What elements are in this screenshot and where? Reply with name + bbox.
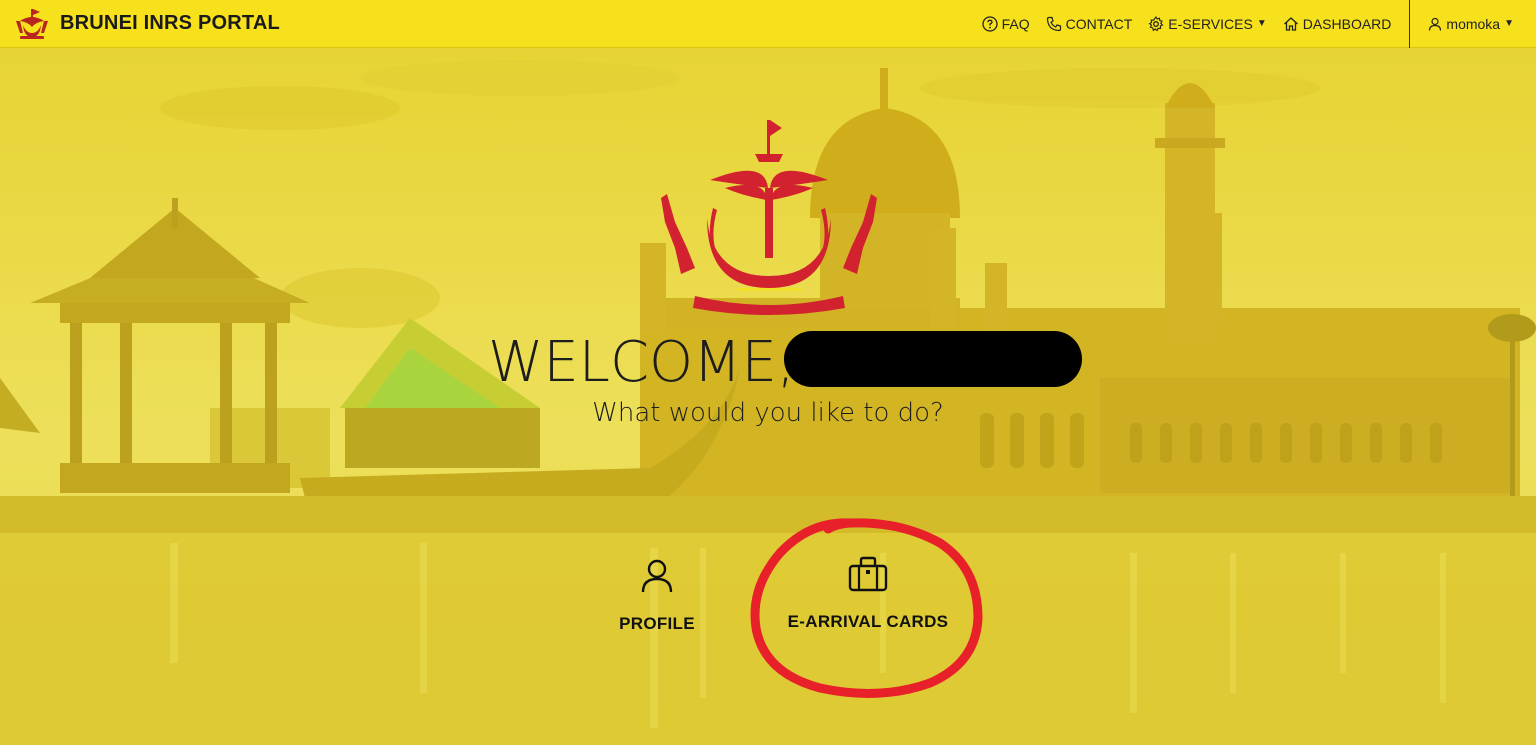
redacted-username — [784, 331, 1082, 387]
welcome-subtitle: What would you like to do? — [592, 398, 944, 428]
home-icon — [1283, 16, 1298, 31]
brand[interactable]: BRUNEI INRS PORTAL — [14, 7, 280, 41]
help-circle-icon — [981, 15, 998, 32]
profile-tile-label: PROFILE — [619, 614, 695, 633]
phone-icon — [1046, 16, 1061, 31]
portal-title: BRUNEI INRS PORTAL — [60, 12, 280, 34]
nav-eservices-dropdown[interactable]: E-SERVICES ▼ — [1148, 15, 1267, 32]
top-navbar: BRUNEI INRS PORTAL FAQ CONTACT E-SERVICE… — [0, 0, 1536, 48]
nav-divider — [1409, 0, 1411, 48]
nav-faq[interactable]: FAQ — [981, 15, 1030, 32]
caret-down-icon: ▼ — [1504, 18, 1514, 29]
nav-dashboard[interactable]: DASHBOARD — [1283, 15, 1392, 32]
brunei-crest-logo-icon — [16, 8, 48, 39]
nav-dashboard-label: DASHBOARD — [1302, 15, 1392, 32]
username-label: momoka — [1446, 15, 1501, 32]
user-menu-dropdown[interactable]: momoka ▼ — [1428, 16, 1514, 32]
annotation-circle — [750, 518, 983, 698]
gear-icon — [1148, 15, 1164, 31]
profile-tile[interactable]: PROFILE — [600, 558, 714, 634]
brunei-national-emblem — [661, 120, 877, 315]
user-icon — [641, 559, 673, 593]
nav-contact-label: CONTACT — [1065, 15, 1133, 32]
nav-links: FAQ CONTACT E-SERVICES ▼ DASHBOARD momok… — [966, 0, 1536, 48]
user-icon — [1429, 17, 1442, 31]
nav-eservices-label: E-SERVICES — [1168, 15, 1253, 32]
nav-faq-label: FAQ — [1001, 15, 1030, 32]
welcome-heading: WELCOME, — [488, 330, 795, 395]
caret-down-icon: ▼ — [1256, 18, 1267, 29]
nav-contact[interactable]: CONTACT — [1046, 15, 1133, 32]
